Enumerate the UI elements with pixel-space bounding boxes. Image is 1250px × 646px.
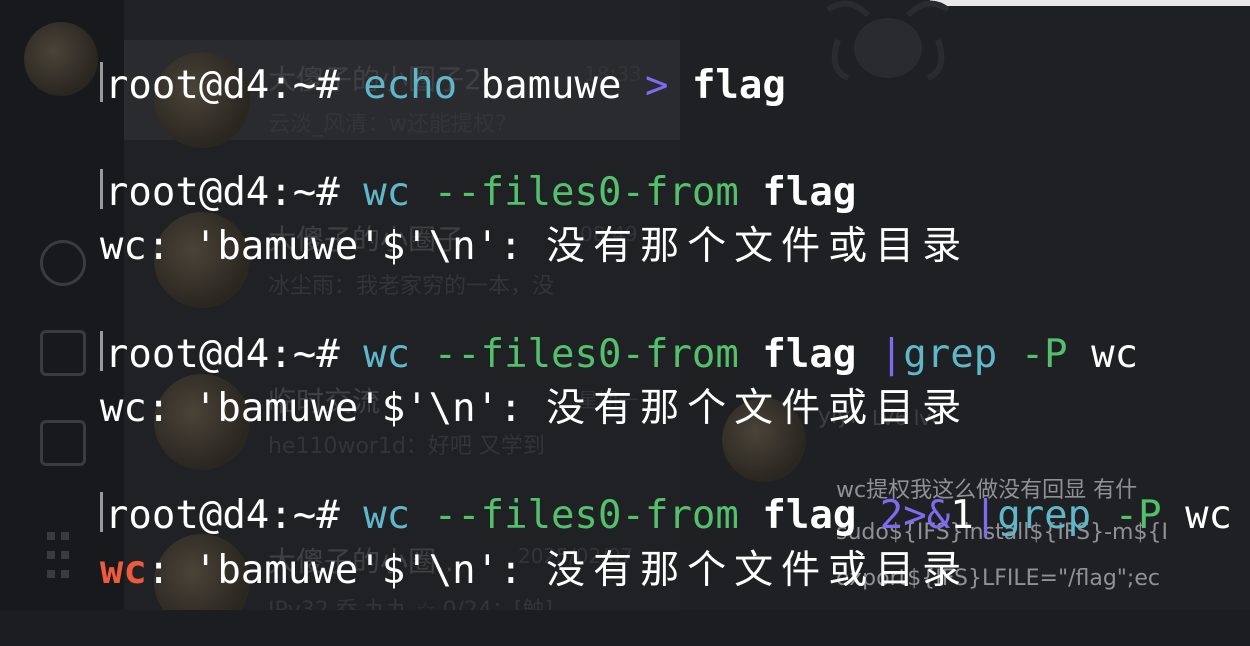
option: -P (1114, 493, 1162, 538)
option: -P (1020, 332, 1068, 377)
terminal-output-line: wc: 'bamuwe'$'\n': 没有那个文件或目录 (6, 172, 969, 269)
output-text: : 'bamuwe'$'\n': (146, 548, 547, 593)
terminal-command-line: root@d4:~# wc --files0-from flag (6, 118, 856, 215)
grep-match-highlight: wc (99, 548, 147, 593)
redirect-operator: > (644, 63, 669, 108)
terminal-command-line: root@d4:~# wc --files0-from flag 2>&1|gr… (6, 441, 1232, 538)
output-text: : 'bamuwe'$'\n': (146, 386, 547, 431)
command: grep (997, 493, 1092, 538)
output-command: wc (99, 224, 147, 269)
pipe-operator: | (973, 493, 998, 538)
command: echo (363, 63, 458, 108)
prompt: root@d4:~# (104, 63, 364, 108)
error-message: 没有那个文件或目录 (546, 548, 970, 593)
argument: bamuwe (480, 63, 622, 108)
terminal-command-line: root@d4:~# echo bamuwe > flag (6, 11, 786, 108)
file-argument: flag (691, 63, 786, 108)
terminal-command-line: root@d4:~# wc --files0-from flag |grep -… (6, 280, 1138, 377)
argument: wc (1185, 493, 1233, 538)
argument: wc (1091, 332, 1139, 377)
terminal-output-line: wc: 'bamuwe'$'\n': 没有那个文件或目录 (6, 334, 969, 431)
output-command: wc (99, 386, 147, 431)
error-message: 没有那个文件或目录 (546, 224, 970, 269)
error-message: 没有那个文件或目录 (546, 386, 970, 431)
output-text: : 'bamuwe'$'\n': (146, 224, 547, 269)
terminal-window[interactable]: root@d4:~# echo bamuwe > flag root@d4:~#… (0, 0, 1250, 610)
terminal-output-line: wc: 'bamuwe'$'\n': 没有那个文件或目录 (6, 496, 969, 593)
cursor-marker (99, 62, 103, 102)
